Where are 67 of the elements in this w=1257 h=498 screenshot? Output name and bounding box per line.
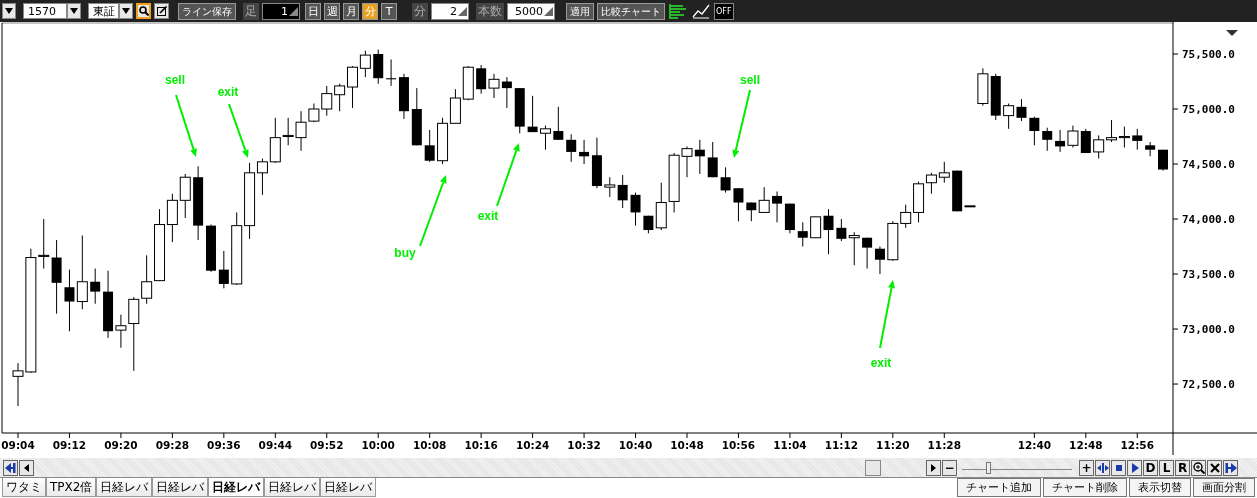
chart-tab[interactable]: 日経レバ [264, 478, 321, 497]
price-label: 74,000.0 [1182, 213, 1235, 227]
time-label: 09:28 [155, 439, 190, 451]
off-button[interactable]: OFF [714, 2, 734, 20]
unit-label: 分 [412, 2, 428, 20]
time-label: 10:08 [412, 439, 447, 451]
period-button[interactable]: 日 [305, 2, 321, 20]
save-line-button[interactable]: ライン保存 [178, 2, 236, 20]
price-label: 75,000.0 [1182, 103, 1235, 116]
action-button[interactable]: チャート削除 [1043, 478, 1127, 497]
tool-button[interactable]: L [1159, 459, 1174, 476]
time-label: 11:20 [876, 439, 910, 451]
chart-tab[interactable]: ワタミ [2, 478, 46, 497]
period-button[interactable]: 週 [324, 2, 340, 20]
count-label: 本数 [476, 2, 504, 20]
annotation-label: exit [477, 209, 499, 223]
tool-button[interactable]: + [1079, 459, 1094, 476]
time-label: 09:44 [258, 439, 292, 451]
time-label: 10:56 [721, 439, 756, 451]
compare-chart-button[interactable]: 比較チャート [597, 2, 665, 20]
time-label: 11:04 [773, 439, 807, 451]
annotation-label: sell [165, 73, 185, 87]
action-button[interactable]: チャート追加 [957, 478, 1041, 497]
tool-button[interactable]: D [1143, 459, 1158, 476]
annotation-label: exit [217, 85, 239, 99]
bar-label: 足 [243, 2, 259, 20]
annotation-label: sell [740, 73, 760, 87]
time-label: 10:32 [567, 439, 601, 451]
action-button[interactable]: 画面分割 [1193, 478, 1255, 497]
action-button[interactable]: 表示切替 [1129, 478, 1191, 497]
price-label: 73,500.0 [1182, 268, 1235, 282]
time-label: 11:28 [927, 439, 961, 451]
zoom-out-button[interactable]: − [942, 459, 957, 476]
time-label: 10:40 [618, 439, 653, 451]
market-field[interactable]: 東証 [88, 3, 119, 19]
time-label: 11:12 [824, 439, 859, 451]
price-label: 73,000.0 [1182, 323, 1235, 337]
price-label: 72,500.0 [1182, 378, 1235, 392]
price-label: 74,500.0 [1182, 158, 1235, 171]
time-label: 10:16 [464, 439, 498, 451]
annotation-label: exit [870, 356, 892, 370]
chart-tab[interactable]: 日経レバ [152, 478, 209, 497]
time-label: 10:24 [515, 439, 550, 451]
symbol-field[interactable]: 1570 [23, 3, 67, 19]
time-label: 09:04 [1, 439, 35, 451]
time-label: 10:48 [670, 439, 704, 451]
bar-field[interactable]: 1 [262, 2, 300, 20]
time-label: 09:36 [207, 439, 241, 451]
time-label: 12:56 [1120, 439, 1154, 451]
chart-tab[interactable]: TPX2倍 [46, 478, 97, 497]
period-button[interactable]: T [381, 2, 397, 20]
time-label: 09:20 [104, 439, 138, 451]
annotation-label: buy [394, 246, 416, 260]
period-button[interactable]: 月 [343, 2, 359, 20]
time-label: 09:52 [310, 439, 344, 451]
price-label: 75,500.0 [1182, 48, 1235, 61]
time-label: 09:12 [52, 439, 87, 451]
chart-tab[interactable]: 日経レバ [208, 478, 265, 497]
interval-field[interactable]: 2 [431, 2, 469, 20]
count-field[interactable]: 5000 [507, 2, 555, 20]
chart-tab[interactable]: 日経レバ [320, 478, 377, 497]
chart-tab[interactable]: 日経レバ [96, 478, 153, 497]
time-label: 12:40 [1017, 439, 1052, 451]
time-label: 12:48 [1069, 439, 1103, 451]
tool-button[interactable]: R [1175, 459, 1190, 476]
apply-button[interactable]: 適用 [566, 2, 594, 20]
time-label: 10:00 [361, 439, 395, 451]
